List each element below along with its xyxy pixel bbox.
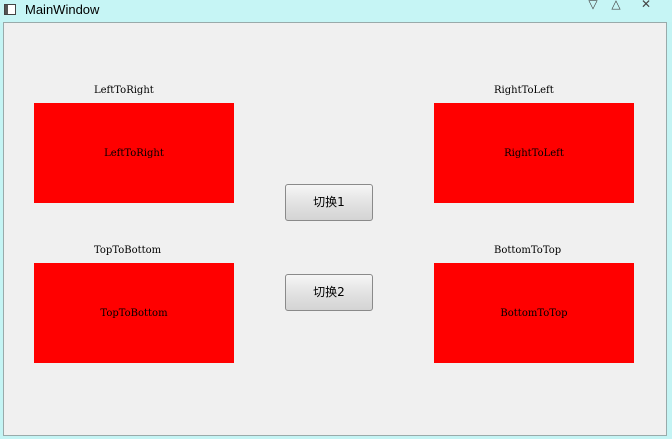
switch1-button[interactable]: 切换1 [285,184,373,221]
top-to-bottom-box: TopToBottom [34,263,234,363]
left-to-right-box: LeftToRight [34,103,234,203]
switch2-button[interactable]: 切换2 [285,274,373,311]
top-to-bottom-caption: TopToBottom [94,245,162,256]
bottom-to-top-label: BottomToTop [500,307,568,319]
window-title: MainWindow [25,2,100,17]
right-to-left-box: RightToLeft [434,103,634,203]
maximize-icon[interactable]: △ [607,0,625,12]
left-to-right-caption: LeftToRight [94,85,154,96]
title-bar: MainWindow ▽ △ ✕ [0,0,672,22]
main-window-client-area: LeftToRight LeftToRight RightToLeft Righ… [3,22,667,436]
left-to-right-label: LeftToRight [104,147,164,159]
bottom-to-top-box: BottomToTop [434,263,634,363]
minimize-icon[interactable]: ▽ [584,0,602,12]
top-to-bottom-label: TopToBottom [100,307,168,319]
app-window-icon [4,4,16,15]
bottom-to-top-caption: BottomToTop [494,245,562,256]
right-to-left-label: RightToLeft [504,147,564,159]
right-to-left-caption: RightToLeft [494,85,554,96]
close-icon[interactable]: ✕ [637,0,655,12]
